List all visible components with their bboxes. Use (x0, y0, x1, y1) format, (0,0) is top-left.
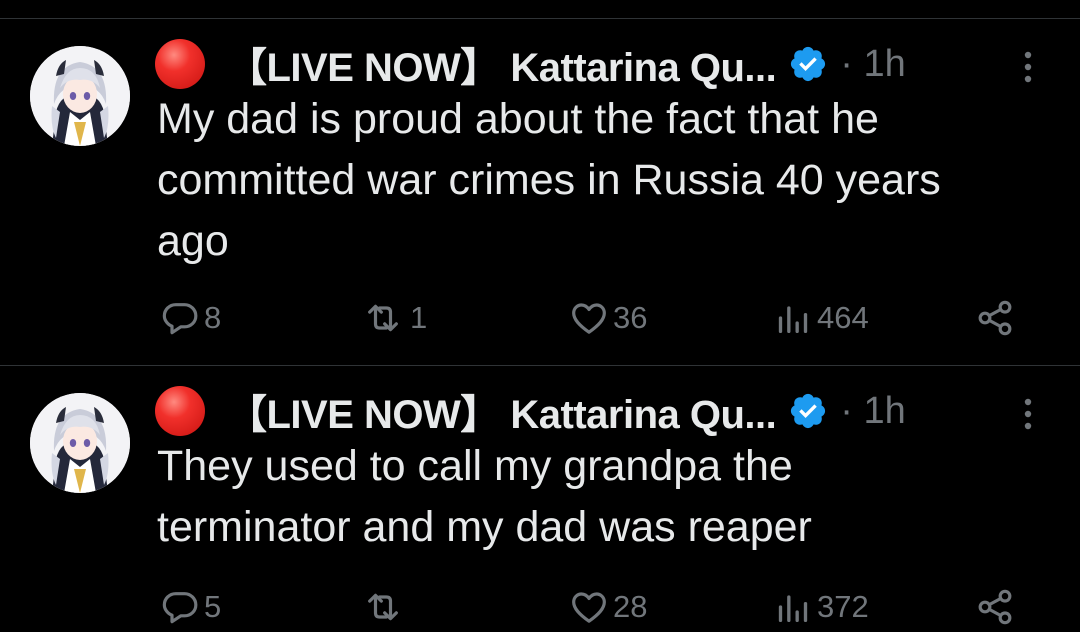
more-vertical-icon[interactable] (1024, 51, 1032, 83)
views-icon (778, 595, 808, 622)
avatar[interactable] (30, 46, 130, 146)
tweet[interactable]: 【LIVE NOW】 Kattarina Qu... · 1h My dad i… (0, 19, 1080, 365)
like-count: 36 (613, 300, 648, 335)
reply-button[interactable]: 8 (160, 298, 221, 338)
tweet-text-line: terminator and my dad was reaper (157, 503, 812, 551)
views-button[interactable]: 372 (773, 587, 869, 627)
share-button[interactable] (975, 587, 1015, 627)
repost-icon (368, 593, 398, 621)
reply-icon (162, 592, 198, 624)
tweet-actions: 5 28 372 (0, 587, 1080, 627)
reply-icon (162, 303, 198, 335)
tweet-text: They used to call my grandpa the termina… (157, 436, 1037, 558)
views-icon (778, 306, 808, 333)
repost-count: 1 (410, 300, 428, 335)
like-button[interactable]: 36 (569, 298, 647, 338)
timestamp[interactable]: · 1h (840, 390, 905, 433)
share-button[interactable] (975, 298, 1015, 338)
display-name[interactable]: 【LIVE NOW】 Kattarina Qu... (227, 35, 777, 93)
reply-count: 8 (204, 300, 222, 335)
tweet-header: 【LIVE NOW】 Kattarina Qu... · 1h (155, 386, 906, 437)
tweet-text-line: ago (157, 217, 229, 265)
verified-badge-icon (791, 393, 826, 429)
tweet-text-line: committed war crimes in Russia 40 years (157, 156, 941, 204)
heart-icon (572, 303, 606, 334)
red-circle-icon (155, 39, 205, 89)
reply-count: 5 (204, 589, 222, 624)
view-count: 372 (817, 589, 869, 624)
views-button[interactable]: 464 (773, 298, 869, 338)
tweet-text: My dad is proud about the fact that he c… (157, 89, 1037, 272)
repost-button[interactable]: 1 (360, 298, 427, 338)
reply-button[interactable]: 5 (160, 587, 221, 627)
avatar-illustration (30, 46, 130, 146)
view-count: 464 (817, 300, 869, 335)
tweet[interactable]: 【LIVE NOW】 Kattarina Qu... · 1h They use… (0, 366, 1080, 632)
red-circle-icon (155, 386, 205, 436)
share-icon (978, 300, 1012, 336)
repost-icon (368, 304, 398, 332)
heart-icon (572, 592, 606, 623)
tweet-text-line: My dad is proud about the fact that he (157, 95, 879, 143)
repost-button[interactable] (360, 587, 410, 627)
timestamp[interactable]: · 1h (840, 43, 905, 86)
display-name[interactable]: 【LIVE NOW】 Kattarina Qu... (227, 382, 777, 440)
like-button[interactable]: 28 (569, 587, 647, 627)
share-icon (978, 589, 1012, 625)
like-count: 28 (613, 589, 648, 624)
tweet-header: 【LIVE NOW】 Kattarina Qu... · 1h (155, 39, 906, 90)
verified-badge-icon (791, 46, 826, 82)
avatar-illustration (30, 393, 130, 493)
timeline-feed: 【LIVE NOW】 Kattarina Qu... · 1h My dad i… (0, 0, 1080, 632)
more-vertical-icon[interactable] (1024, 398, 1032, 430)
avatar[interactable] (30, 393, 130, 493)
tweet-actions: 8 1 36 464 (0, 298, 1080, 338)
tweet-text-line: They used to call my grandpa the (157, 442, 793, 490)
